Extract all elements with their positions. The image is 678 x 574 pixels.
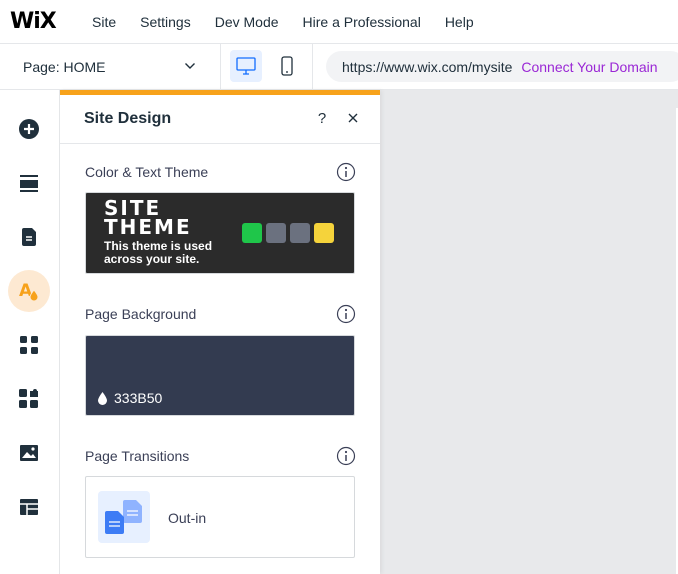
site-url: https://www.wix.com/mysite xyxy=(342,58,513,75)
editor-canvas[interactable] xyxy=(380,90,678,574)
panel-title: Site Design xyxy=(84,110,172,127)
site-design-button[interactable]: A xyxy=(8,270,50,312)
transition-thumbnail xyxy=(98,491,150,543)
mobile-view-button[interactable] xyxy=(271,50,303,82)
theme-card-title: SITE THEME xyxy=(104,196,192,239)
page-selector-label: Page: HOME xyxy=(23,58,106,75)
color-drop-icon xyxy=(98,392,107,405)
desktop-icon xyxy=(236,57,256,75)
background-color-value: 333B50 xyxy=(114,390,163,406)
pages-transition-icon xyxy=(105,500,142,534)
apps-icon xyxy=(20,336,38,354)
theme-swatch-green xyxy=(242,223,262,243)
top-bar: WiX Site Settings Dev Mode Hire a Profes… xyxy=(0,0,678,44)
pages-icon xyxy=(22,228,36,246)
transitions-section-label: Page Transitions xyxy=(85,448,190,464)
editor-toolbar: Page: HOME https://www.wix.com/mysite Co… xyxy=(0,44,678,90)
mobile-icon xyxy=(281,56,293,76)
theme-swatch-yellow xyxy=(314,223,334,243)
menu-dev-mode[interactable]: Dev Mode xyxy=(215,14,279,30)
site-design-icon: A xyxy=(19,281,39,302)
wix-logo[interactable]: WiX xyxy=(10,9,92,34)
menu-help[interactable]: Help xyxy=(445,14,474,30)
theme-swatch-gray-1 xyxy=(266,223,286,243)
cms-icon xyxy=(20,499,38,515)
chevron-down-icon xyxy=(185,63,195,69)
pages-button[interactable] xyxy=(8,216,50,258)
info-icon[interactable] xyxy=(336,446,356,466)
theme-swatch-gray-2 xyxy=(290,223,310,243)
theme-card[interactable]: SITE THEME This theme is used across you… xyxy=(85,192,355,274)
page-background-card[interactable]: 333B50 xyxy=(85,335,355,416)
left-rail: A xyxy=(0,90,60,574)
add-elements-button[interactable] xyxy=(8,108,50,150)
theme-card-subtitle: This theme is used across your site. xyxy=(104,239,213,266)
app-market-button[interactable] xyxy=(8,378,50,420)
sections-icon xyxy=(20,175,38,192)
close-icon[interactable] xyxy=(346,111,360,125)
app-market-icon xyxy=(19,389,38,408)
menu-settings[interactable]: Settings xyxy=(140,14,191,30)
menu-site[interactable]: Site xyxy=(92,14,116,30)
help-button[interactable]: ? xyxy=(315,110,329,128)
sections-button[interactable] xyxy=(8,162,50,204)
apps-button[interactable] xyxy=(8,324,50,366)
info-icon[interactable] xyxy=(336,304,356,324)
background-section-label: Page Background xyxy=(85,306,197,322)
background-color-label: 333B50 xyxy=(97,390,162,406)
add-icon xyxy=(19,119,39,139)
page-transitions-card[interactable]: Out-in xyxy=(85,476,355,558)
cms-button[interactable] xyxy=(8,486,50,528)
connect-domain-link[interactable]: Connect Your Domain xyxy=(521,59,657,75)
theme-section-label: Color & Text Theme xyxy=(85,164,209,180)
device-switcher xyxy=(221,44,313,89)
panel-header: Site Design ? xyxy=(60,95,380,144)
media-icon xyxy=(20,445,38,461)
menu-hire-a-professional[interactable]: Hire a Professional xyxy=(303,14,421,30)
info-icon[interactable] xyxy=(336,162,356,182)
desktop-view-button[interactable] xyxy=(230,50,262,82)
transition-name: Out-in xyxy=(168,510,207,526)
site-design-panel: Site Design ? Color & Text Theme SITE TH… xyxy=(60,90,380,574)
page-selector[interactable]: Page: HOME xyxy=(0,44,221,89)
url-bar: https://www.wix.com/mysite Connect Your … xyxy=(326,51,678,82)
media-button[interactable] xyxy=(8,432,50,474)
